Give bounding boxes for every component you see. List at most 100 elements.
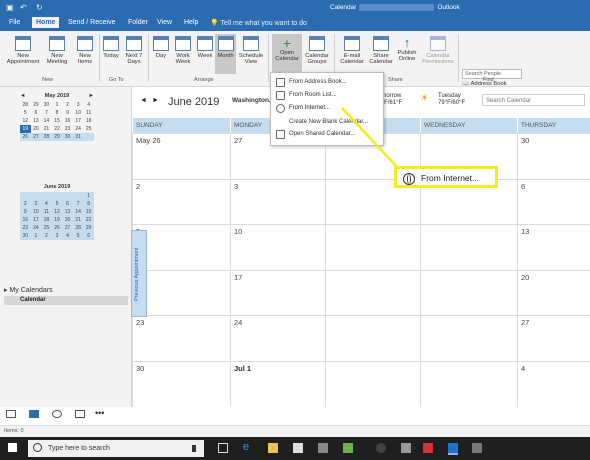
mini-calendar-day[interactable]: 1 xyxy=(30,232,42,240)
publish-online-button[interactable]: ↑ Publish Online xyxy=(394,36,420,63)
calendar-day-cell[interactable] xyxy=(325,315,420,361)
mini-calendar-day[interactable]: 30 xyxy=(41,101,52,109)
mini-calendar-day[interactable]: 23 xyxy=(62,125,73,133)
taskbar-search[interactable]: Type here to search xyxy=(28,440,204,457)
windows-start-icon[interactable] xyxy=(8,443,17,452)
mini-calendar-day[interactable]: 5 xyxy=(51,200,63,208)
prev-arrow-icon[interactable]: ◄ xyxy=(140,97,147,104)
mini-calendar-day[interactable]: 17 xyxy=(30,216,42,224)
calendar-day-cell[interactable]: 20 xyxy=(517,269,590,316)
save-icon[interactable]: ▣ xyxy=(6,3,14,12)
mini-calendar-day[interactable] xyxy=(30,192,42,200)
calendar-day-cell[interactable]: Jul 1 xyxy=(230,361,325,407)
store-icon[interactable] xyxy=(293,443,303,453)
mini-calendar-day[interactable]: 16 xyxy=(20,216,31,224)
mini-calendar-day[interactable]: 31 xyxy=(72,133,84,141)
mini-calendar-day[interactable]: 3 xyxy=(73,101,84,109)
mini-calendar-day[interactable]: 15 xyxy=(52,117,63,125)
new-appointment-button[interactable]: New Appointment xyxy=(4,36,42,65)
mini-calendar-day[interactable]: 21 xyxy=(72,216,84,224)
app-icon[interactable] xyxy=(401,443,411,453)
calendar-day-cell[interactable]: 30 xyxy=(132,361,230,407)
mini-calendar-day[interactable]: 2 xyxy=(62,101,73,109)
previous-appointment-button[interactable]: Previous Appointment xyxy=(131,230,147,317)
file-explorer-icon[interactable] xyxy=(268,443,278,453)
mini-calendar-day[interactable]: 24 xyxy=(73,125,84,133)
calendar-day-cell[interactable]: 3 xyxy=(230,178,325,225)
prev-month-icon[interactable]: ◄ xyxy=(20,93,25,99)
mail-icon[interactable] xyxy=(6,410,16,418)
mini-calendar-day[interactable]: 26 xyxy=(20,133,31,141)
outlook-icon[interactable] xyxy=(448,443,458,455)
mini-calendar-day[interactable] xyxy=(51,192,63,200)
new-items-button[interactable]: New Items xyxy=(72,36,98,65)
people-icon[interactable] xyxy=(52,410,62,418)
calendar-day-cell[interactable]: 13 xyxy=(517,224,590,270)
microphone-icon[interactable] xyxy=(192,445,196,452)
mini-calendar-day[interactable]: 30 xyxy=(62,133,73,141)
calendar-day-cell[interactable]: 10 xyxy=(230,224,325,270)
tab-home[interactable]: Home xyxy=(32,17,60,28)
menu-item-from-internet[interactable]: From Internet... xyxy=(289,105,330,111)
calendar-permissions-button[interactable]: Calendar Permissions xyxy=(420,36,456,65)
menu-item-from-room-list[interactable]: From Room List... xyxy=(289,92,337,98)
mini-calendar-day[interactable]: 8 xyxy=(52,109,63,117)
mini-calendar-day[interactable]: 5 xyxy=(72,232,84,240)
mini-calendar-day[interactable] xyxy=(72,192,84,200)
mini-calendar-day[interactable]: 12 xyxy=(51,208,63,216)
next-arrow-icon[interactable]: ► xyxy=(152,97,159,104)
mini-calendar-day[interactable]: 22 xyxy=(83,216,94,224)
mini-calendar-day[interactable]: 18 xyxy=(41,216,52,224)
mini-calendar-day[interactable]: 9 xyxy=(20,208,31,216)
calendar-day-cell[interactable]: 4 xyxy=(517,361,590,407)
mini-calendar-day[interactable]: 20 xyxy=(31,125,42,133)
mini-calendar-day[interactable]: 8 xyxy=(83,200,94,208)
tell-me-box[interactable]: 💡 Tell me what you want to do xyxy=(210,19,307,27)
mini-calendar-day[interactable]: 19 xyxy=(20,125,31,133)
calendar-module-icon[interactable] xyxy=(29,410,39,418)
calendar-day-cell[interactable]: 23 xyxy=(132,315,230,361)
mini-calendar-day[interactable] xyxy=(83,133,94,141)
schedule-view-button[interactable]: Schedule View xyxy=(237,36,265,65)
mini-calendar-day[interactable]: 28 xyxy=(72,224,84,232)
redo-icon[interactable]: ↻ xyxy=(36,3,43,12)
mini-calendar-day[interactable]: 7 xyxy=(72,200,84,208)
mini-calendar-day[interactable]: 29 xyxy=(83,224,94,232)
mini-calendar-day[interactable]: 10 xyxy=(30,208,42,216)
email-calendar-button[interactable]: E-mail Calendar xyxy=(337,36,367,65)
mini-calendar-day[interactable]: 6 xyxy=(31,109,42,117)
calendar-day-cell[interactable] xyxy=(325,269,420,316)
mini-calendar-day[interactable]: 14 xyxy=(72,208,84,216)
tab-view[interactable]: View xyxy=(157,19,172,26)
app-icon[interactable] xyxy=(318,443,328,453)
mini-calendar-day[interactable]: 11 xyxy=(83,109,94,117)
mini-calendar-day[interactable]: 4 xyxy=(83,101,94,109)
calendar-day-cell[interactable]: 2 xyxy=(132,178,230,225)
month-view-button[interactable]: Month xyxy=(215,34,236,74)
mini-calendar-day[interactable]: 10 xyxy=(73,109,84,117)
menu-item-open-shared-calendar[interactable]: Open Shared Calendar... xyxy=(289,131,355,137)
calendar-day-cell[interactable] xyxy=(420,315,517,361)
mini-calendar-day[interactable] xyxy=(62,192,73,200)
mini-calendar-day[interactable] xyxy=(41,192,52,200)
mini-calendar-day[interactable]: 20 xyxy=(62,216,73,224)
mini-calendar-day[interactable]: 30 xyxy=(20,232,31,240)
mini-calendar-day[interactable]: 19 xyxy=(51,216,63,224)
mini-calendar-day[interactable]: 12 xyxy=(20,117,31,125)
mini-calendar-day[interactable]: 17 xyxy=(73,117,84,125)
calendar-day-cell[interactable] xyxy=(420,269,517,316)
mini-calendar-day[interactable]: 13 xyxy=(62,208,73,216)
mini-calendar-day[interactable]: 3 xyxy=(51,232,63,240)
mini-calendar-day[interactable]: 18 xyxy=(83,117,94,125)
calendar-day-cell[interactable]: 24 xyxy=(230,315,325,361)
menu-item-from-address-book[interactable]: From Address Book... xyxy=(289,79,347,85)
mini-calendar-day[interactable] xyxy=(20,192,31,200)
mini-calendar-day[interactable]: 6 xyxy=(62,200,73,208)
edge-icon[interactable]: e xyxy=(243,441,253,453)
mini-calendar-day[interactable]: 6 xyxy=(83,232,94,240)
day-view-button[interactable]: Day xyxy=(151,36,171,59)
tab-folder[interactable]: Folder xyxy=(128,19,148,26)
mini-calendar-day[interactable]: 24 xyxy=(30,224,42,232)
mini-calendar-day[interactable]: 27 xyxy=(30,133,42,141)
mini-calendar-day[interactable]: 3 xyxy=(30,200,42,208)
